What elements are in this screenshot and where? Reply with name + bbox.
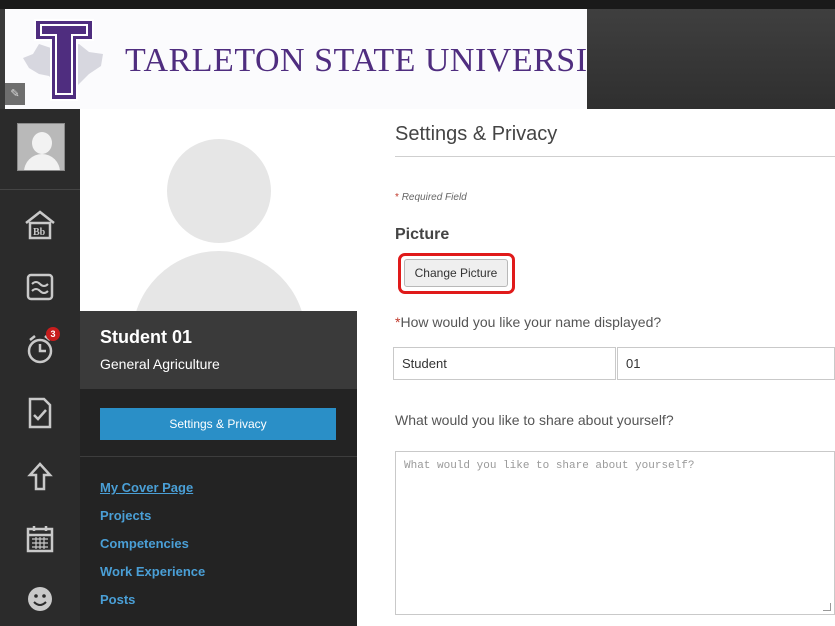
name-question-text: How would you like your name displayed?: [400, 314, 662, 330]
change-picture-button[interactable]: Change Picture: [404, 259, 508, 287]
first-name-field[interactable]: Student: [393, 347, 616, 380]
link-work-experience[interactable]: Work Experience: [100, 562, 205, 590]
link-posts[interactable]: Posts: [100, 590, 205, 618]
profile-menu: Settings & Privacy My Cover Page Project…: [80, 389, 357, 626]
about-question: What would you like to share about yours…: [395, 412, 674, 428]
link-competencies[interactable]: Competencies: [100, 534, 205, 562]
smiley-icon[interactable]: [22, 581, 58, 617]
profile-links: My Cover Page Projects Competencies Work…: [100, 478, 205, 618]
activity-stream-icon[interactable]: [22, 269, 58, 305]
required-text: Required Field: [401, 192, 467, 203]
name-question: *How would you like your name displayed?: [395, 314, 661, 330]
notification-badge: 3: [46, 327, 60, 341]
profile-name: Student 01: [100, 327, 193, 347]
portfolio-icon[interactable]: [22, 459, 58, 495]
title-divider: [395, 156, 835, 157]
institution-page-icon[interactable]: Bb: [22, 207, 58, 243]
calendar-icon[interactable]: [22, 521, 58, 557]
header-banner: TARLETON STATE UNIVERSITY ✎: [0, 9, 835, 109]
profile-name-bar: [80, 311, 357, 389]
settings-form: Settings & Privacy * Required Field Pict…: [357, 109, 835, 626]
link-my-cover-page[interactable]: My Cover Page: [100, 478, 205, 506]
tarleton-t-logo: [23, 19, 103, 101]
page-title: Settings & Privacy: [395, 123, 558, 145]
banner-logo-area: TARLETON STATE UNIVERSITY ✎: [5, 9, 633, 109]
svg-text:Bb: Bb: [33, 227, 46, 238]
profile-department: General Agriculture: [100, 356, 220, 372]
resize-handle[interactable]: [823, 603, 831, 611]
about-textarea[interactable]: What would you like to share about yours…: [395, 451, 835, 615]
picture-heading: Picture: [395, 226, 450, 243]
pencil-icon[interactable]: ✎: [5, 83, 25, 105]
about-placeholder: What would you like to share about yours…: [404, 460, 695, 472]
profile-panel: Student 01 General Agriculture Settings …: [80, 109, 357, 626]
required-field-note: * Required Field: [395, 192, 467, 203]
icon-navigation: Bb 3: [0, 109, 80, 626]
required-marker: *: [395, 192, 399, 203]
menu-divider: [80, 456, 357, 457]
grades-icon[interactable]: [22, 395, 58, 431]
due-dates-icon[interactable]: 3: [22, 327, 60, 367]
page: TARLETON STATE UNIVERSITY ✎ Bb 3 Student…: [0, 0, 835, 626]
top-edge: [0, 0, 835, 9]
last-name-field[interactable]: 01: [617, 347, 835, 380]
profile-photo: [80, 109, 357, 311]
avatar[interactable]: [17, 123, 65, 171]
settings-privacy-button[interactable]: Settings & Privacy: [100, 408, 336, 440]
nav-divider: [0, 189, 80, 190]
banner-dark-area: [587, 9, 835, 109]
university-name: TARLETON STATE UNIVERSITY: [125, 42, 634, 79]
link-projects[interactable]: Projects: [100, 506, 205, 534]
